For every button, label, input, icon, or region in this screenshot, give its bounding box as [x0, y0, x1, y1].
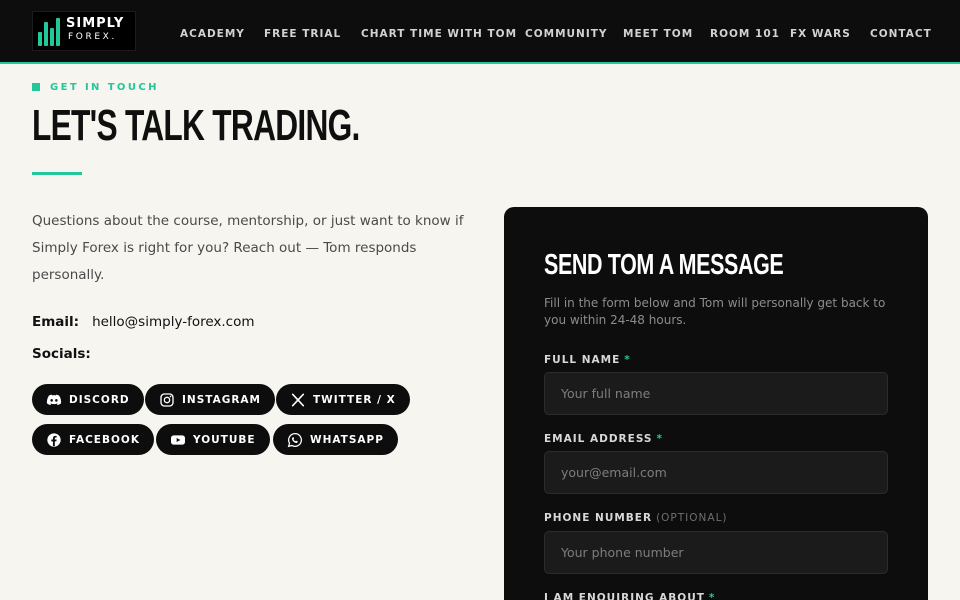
instagram-button[interactable]: INSTAGRAM — [145, 384, 276, 415]
eyebrow-text: GET IN TOUCH — [50, 81, 159, 93]
facebook-icon — [47, 432, 61, 447]
nav-community[interactable]: COMMUNITY — [525, 26, 608, 42]
title-underline — [32, 172, 82, 175]
instagram-label: INSTAGRAM — [182, 393, 262, 406]
nav-free-trial[interactable]: FREE TRIAL — [264, 26, 341, 42]
email-label: Email: — [32, 314, 80, 330]
nav-fx-wars[interactable]: FX WARS — [790, 26, 851, 42]
x-icon — [291, 393, 305, 406]
discord-icon — [46, 394, 62, 405]
contact-form-card: SEND TOM A MESSAGE Fill in the form belo… — [504, 207, 928, 600]
logo-bars-icon — [38, 18, 62, 46]
page-title: LET'S TALK TRADING. — [32, 101, 360, 150]
enquiry-label: I AM ENQUIRING ABOUT * — [544, 592, 716, 600]
whatsapp-icon — [287, 432, 303, 447]
instagram-icon — [160, 392, 174, 407]
nav-contact[interactable]: CONTACT — [870, 26, 932, 42]
intro-text: Questions about the course, mentorship, … — [32, 213, 464, 283]
eyebrow: GET IN TOUCH — [32, 80, 159, 94]
discord-label: DISCORD — [69, 393, 130, 406]
logo-text-line1: SIMPLY — [66, 16, 125, 31]
nav-room-101[interactable]: ROOM 101 — [710, 26, 780, 42]
form-subtitle: Fill in the form below and Tom will pers… — [544, 296, 886, 327]
socials-label: Socials: — [32, 346, 91, 362]
nav-academy[interactable]: ACADEMY — [180, 26, 245, 42]
facebook-button[interactable]: FACEBOOK — [32, 424, 154, 455]
twitter-x-label: TWITTER / X — [313, 393, 396, 406]
whatsapp-label: WHATSAPP — [310, 433, 384, 446]
youtube-label: YOUTUBE — [193, 433, 256, 446]
simply-forex-logo[interactable]: SIMPLY FOREX. — [32, 11, 136, 51]
nav-meet-tom[interactable]: MEET TOM — [623, 26, 693, 42]
logo-text-line2: FOREX. — [68, 32, 117, 42]
email-address-label: EMAIL ADDRESS * — [544, 433, 663, 445]
facebook-label: FACEBOOK — [69, 433, 140, 446]
youtube-button[interactable]: YOUTUBE — [156, 424, 270, 455]
whatsapp-button[interactable]: WHATSAPP — [273, 424, 398, 455]
email-row: Email: hello@simply-forex.com — [32, 312, 255, 332]
eyebrow-square-icon — [32, 83, 40, 91]
twitter-x-button[interactable]: TWITTER / X — [276, 384, 410, 415]
youtube-icon — [171, 434, 185, 445]
site-header: SIMPLY FOREX. ACADEMY FREE TRIAL CHART T… — [0, 0, 960, 64]
form-title: SEND TOM A MESSAGE — [544, 249, 784, 281]
email-link[interactable]: hello@simply-forex.com — [92, 314, 254, 330]
phone-number-input[interactable] — [544, 531, 888, 574]
full-name-label: FULL NAME * — [544, 354, 631, 366]
full-name-input[interactable] — [544, 372, 888, 415]
discord-button[interactable]: DISCORD — [32, 384, 144, 415]
phone-number-label: PHONE NUMBER (OPTIONAL) — [544, 512, 728, 524]
email-address-input[interactable] — [544, 451, 888, 494]
nav-chart-time-with-tom[interactable]: CHART TIME WITH TOM — [361, 26, 517, 42]
